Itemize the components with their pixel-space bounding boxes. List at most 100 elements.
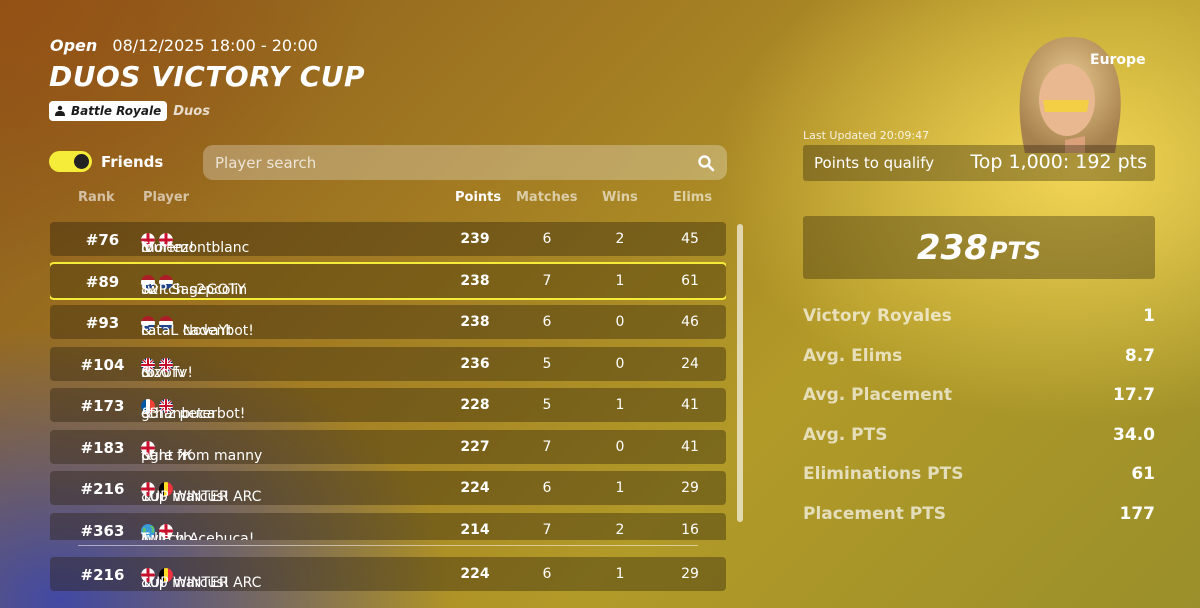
event-header: Open 08/12/2025 18:00 - 20:00: [50, 36, 318, 55]
row-matches: 7: [542, 272, 552, 289]
stat-value: 177: [1119, 504, 1156, 524]
leaderboard-row[interactable]: #93 FataL cadenbot! & FataL NovaYt 238 6 0 46: [50, 305, 726, 339]
row-players: 1up marcus! & 1UP WINTER ARC: [141, 480, 261, 505]
row-elims: 46: [681, 314, 699, 330]
stat-label: Avg. Placement: [803, 385, 953, 406]
row-rank: #183: [80, 438, 125, 457]
row-rank: #93: [85, 314, 120, 332]
qualify-box: Points to qualify Top 1,000: 192 pts: [803, 145, 1155, 181]
row-wins: 1: [615, 480, 625, 496]
total-points-unit: PTS: [989, 237, 1042, 265]
player-2-name: 1UP WINTER ARC: [141, 575, 262, 591]
stat-value: 61: [1131, 464, 1155, 485]
row-points: 214: [460, 521, 490, 538]
stat-value: 34.0: [1113, 424, 1155, 445]
friends-toggle[interactable]: [49, 151, 92, 172]
leaderboard-row[interactable]: #183 fight Ж & pare from manny 227 7 0 41: [50, 429, 726, 464]
mode-row: Battle Royale Duos: [49, 101, 210, 121]
pinned-divider: [78, 545, 698, 546]
row-points: 238: [460, 314, 490, 330]
row-matches: 7: [542, 521, 552, 538]
stat-value: 8.7: [1124, 345, 1155, 366]
row-matches: 7: [542, 438, 552, 455]
search-input[interactable]: [215, 153, 697, 172]
row-players: louiemontblanc & morlez!: [141, 231, 249, 256]
row-points: 236: [460, 355, 490, 372]
player-2-name: 1UP WINTER ARC: [141, 489, 262, 505]
col-header-wins[interactable]: Wins: [602, 190, 638, 205]
row-matches: 6: [542, 231, 552, 247]
search-icon[interactable]: [697, 154, 715, 172]
player-search[interactable]: [203, 145, 727, 180]
row-wins: 0: [615, 314, 625, 330]
event-status: Open: [50, 36, 98, 55]
player-2-name: pare from manny: [141, 447, 263, 464]
row-players: 1up marcus! & 1UP WINTER ARC: [141, 566, 261, 591]
player-avatar: [1019, 36, 1121, 153]
row-rank: #216: [80, 480, 125, 498]
col-header-elims[interactable]: Elims: [673, 190, 712, 205]
row-rank: #104: [80, 355, 125, 374]
region-label: Europe: [1090, 52, 1146, 68]
event-title: DUOS VICTORY CUP: [49, 60, 366, 93]
toggle-knob: [74, 154, 89, 169]
row-rank: #363: [80, 521, 125, 540]
row-players: fight Ж & pare from manny: [141, 439, 262, 464]
friends-label: Friends: [101, 152, 164, 171]
row-elims: 45: [681, 231, 699, 247]
stat-row: Avg. Elims 8.7: [803, 346, 1155, 370]
leaderboard-table: #76 louiemontblanc & morlez! 239 6 2 45 #89 Twitc…: [50, 222, 726, 540]
row-wins: 2: [615, 231, 625, 247]
col-header-points[interactable]: Points: [455, 190, 501, 205]
leaderboard-row[interactable]: #76 louiemontblanc & morlez! 239 6 2 45: [50, 222, 726, 256]
player-2-name: FataL NovaYt: [141, 323, 233, 339]
mode-subtitle: Duos: [173, 103, 210, 119]
stat-value: 1: [1143, 306, 1155, 326]
leaderboard-row[interactable]: #104 rovofv & dizo fv! 236 5 0 24: [50, 346, 726, 381]
stat-row: Placement PTS 177: [803, 504, 1155, 528]
leaderboard-scrollbar[interactable]: [737, 224, 743, 522]
row-rank: #173: [80, 397, 125, 415]
player-2-name: S2P SageGOTY: [141, 281, 246, 298]
total-points-box: 238PTS: [803, 216, 1155, 279]
stat-label: Avg. PTS: [803, 424, 888, 445]
row-wins: 0: [615, 438, 625, 455]
leaderboard-row[interactable]: #216 1up marcus! & 1UP WINTER ARC 224 6 1 29: [50, 471, 726, 505]
friends-filter[interactable]: Friends: [49, 151, 163, 172]
last-updated: Last Updated 20:09:47: [803, 129, 930, 142]
col-header-rank: Rank: [78, 190, 115, 205]
row-matches: 6: [542, 314, 552, 330]
row-points: 239: [460, 231, 490, 247]
mode-badge-label: Battle Royale: [71, 104, 162, 118]
stat-label: Avg. Elims: [803, 345, 903, 366]
row-players: rovofv & dizo fv!: [141, 356, 193, 381]
stat-label: Placement PTS: [803, 504, 947, 524]
row-players: g3nz peterbot! & ethanbuca: [141, 397, 245, 422]
row-wins: 1: [615, 566, 625, 582]
row-elims: 24: [681, 355, 699, 372]
stat-row: Avg. PTS 34.0: [803, 425, 1155, 449]
row-matches: 6: [542, 480, 552, 496]
leaderboard-row[interactable]: #363 Julle vb & Twitch Acebuca! 214 7 2 16: [50, 512, 726, 540]
stat-row: Avg. Placement 17.7: [803, 385, 1155, 409]
row-wins: 1: [615, 272, 625, 289]
qualify-label: Points to qualify: [814, 154, 935, 172]
mode-badge: Battle Royale: [49, 101, 168, 121]
scrollbar-thumb[interactable]: [737, 224, 743, 522]
row-elims: 61: [681, 272, 699, 289]
row-matches: 5: [542, 397, 552, 413]
col-header-matches[interactable]: Matches: [516, 190, 577, 205]
row-elims: 29: [681, 480, 699, 496]
pinned-player-row[interactable]: #216 1up marcus! & 1UP WINTER ARC 224 6 1 29: [50, 557, 726, 591]
row-points: 227: [460, 438, 490, 455]
stat-row: Eliminations PTS 61: [803, 464, 1155, 488]
row-rank: #89: [85, 272, 120, 291]
stat-row: Victory Royales 1: [803, 306, 1155, 330]
leaderboard-row[interactable]: #173 g3nz peterbot! & ethanbuca 228 5 1 41: [50, 388, 726, 422]
qualify-value: Top 1,000: 192 pts: [970, 151, 1147, 173]
leaderboard-row[interactable]: #89 Twitch s2pcolin & S2P SageGOTY 238 7 1 61: [50, 261, 726, 300]
row-wins: 1: [615, 397, 625, 413]
player-2-name: dizo fv!: [141, 364, 193, 381]
row-elims: 29: [681, 566, 699, 582]
player-2-name: morlez!: [141, 240, 195, 256]
